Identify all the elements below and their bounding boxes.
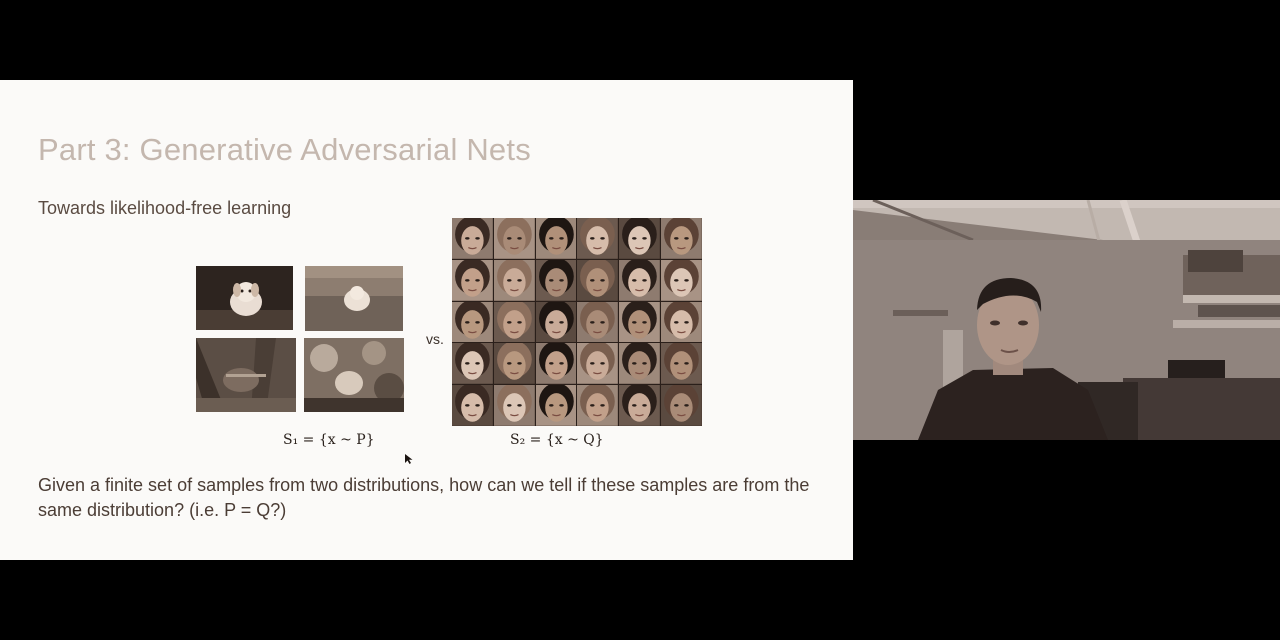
face-photo bbox=[493, 343, 535, 385]
face-photo bbox=[535, 385, 577, 426]
face-photo bbox=[619, 259, 661, 301]
face-photo bbox=[452, 218, 493, 259]
slide-subtitle: Towards likelihood-free learning bbox=[38, 198, 292, 218]
face-photo bbox=[661, 259, 702, 301]
set-s2-label: S₂ = {x ~ Q} bbox=[510, 432, 604, 448]
face-photo bbox=[452, 259, 493, 301]
set-s1-label: S₁ = {x ~ P} bbox=[283, 432, 375, 448]
presentation-slide: Part 3: Generative Adversarial Nets Towa… bbox=[0, 80, 853, 560]
dog-photo-2 bbox=[305, 266, 403, 331]
face-photo bbox=[577, 259, 619, 301]
question-text: Given a finite set of samples from two d… bbox=[38, 475, 810, 520]
face-photo bbox=[493, 385, 535, 426]
face-photo bbox=[493, 218, 535, 259]
face-photo bbox=[577, 218, 619, 259]
face-photo bbox=[577, 385, 619, 426]
face-photo bbox=[661, 218, 702, 259]
dog-photo-1 bbox=[196, 266, 293, 330]
face-photo bbox=[661, 343, 702, 385]
dog-photo-3 bbox=[196, 338, 296, 412]
face-grid-image bbox=[452, 218, 702, 426]
face-photo bbox=[535, 301, 577, 343]
face-photo bbox=[493, 259, 535, 301]
face-photo bbox=[577, 343, 619, 385]
vs-label: vs. bbox=[426, 331, 444, 347]
mouse-cursor-icon bbox=[405, 454, 413, 464]
face-photo bbox=[619, 301, 661, 343]
face-photo bbox=[535, 343, 577, 385]
dog-photo-4 bbox=[304, 338, 404, 412]
slide-title: Part 3: Generative Adversarial Nets bbox=[38, 132, 531, 167]
face-photo bbox=[619, 385, 661, 426]
face-photo bbox=[619, 218, 661, 259]
face-photo bbox=[535, 218, 577, 259]
face-photo bbox=[661, 385, 702, 426]
face-photo bbox=[535, 259, 577, 301]
face-photo bbox=[577, 301, 619, 343]
face-photo bbox=[493, 301, 535, 343]
face-photo bbox=[619, 343, 661, 385]
presenter-video-icon bbox=[853, 200, 1280, 440]
face-photo bbox=[452, 385, 493, 426]
face-photo bbox=[452, 301, 493, 343]
screen: Part 3: Generative Adversarial Nets Towa… bbox=[0, 0, 1280, 640]
presenter-webcam-video bbox=[853, 200, 1280, 440]
face-photo bbox=[661, 301, 702, 343]
face-photo bbox=[452, 343, 493, 385]
